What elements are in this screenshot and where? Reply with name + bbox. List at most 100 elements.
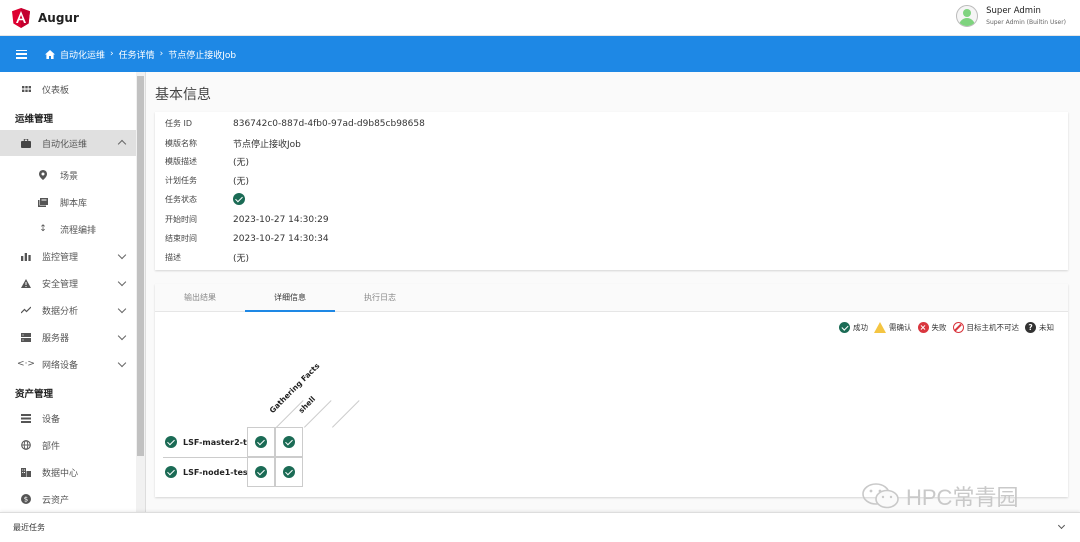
list-icon — [21, 413, 31, 423]
avatar[interactable] — [956, 5, 979, 27]
info-label: 模版描述 — [165, 157, 197, 166]
recent-tasks-bar[interactable]: 最近任务 — [0, 512, 1080, 542]
matrix-cell[interactable] — [275, 457, 303, 487]
sidebar-item-scenes[interactable]: 场景 — [0, 162, 137, 188]
info-row: 描述 (无) — [165, 251, 249, 264]
page-title: 基本信息 — [155, 87, 211, 103]
breadcrumb: 自动化运维 › 任务详情 › 节点停止接收Job — [45, 48, 236, 61]
sidebar-item-dashboard[interactable]: 仪表板 — [0, 76, 137, 102]
sidebar-section-ops: 运维管理 — [15, 114, 54, 125]
breadcrumb-item[interactable]: 任务详情 — [119, 48, 155, 61]
wechat-icon — [862, 483, 900, 509]
sidebar-item-label: 自动化运维 — [42, 139, 88, 150]
host-name: LSF-node1-test — [183, 467, 252, 477]
sidebar-item-label: 安全管理 — [42, 279, 79, 290]
fail-icon: × — [917, 322, 929, 333]
chevron-down-icon — [117, 277, 127, 287]
tab-output[interactable]: 输出结果 — [155, 284, 245, 312]
sidebar-item-label: 数据中心 — [42, 468, 79, 479]
sidebar-item-label: 脚本库 — [60, 198, 88, 209]
grid-icon — [21, 84, 31, 94]
info-label: 任务状态 — [165, 194, 197, 204]
scrollbar-thumb[interactable] — [137, 76, 144, 456]
breadcrumb-item[interactable]: 自动化运维 — [60, 48, 105, 61]
sidebar-item-cloud[interactable]: $ 云资产 — [0, 486, 137, 512]
legend-label: 未知 — [1039, 323, 1054, 332]
legend-item: × 失败 — [917, 322, 947, 333]
success-check-icon — [255, 436, 267, 448]
warning-icon — [874, 322, 886, 333]
library-icon — [38, 197, 48, 207]
bar-chart-icon — [21, 251, 31, 261]
sidebar-item-devices[interactable]: 设备 — [0, 405, 137, 431]
sidebar-item-network[interactable]: <·> 网络设备 — [0, 351, 137, 377]
sidebar-item-label: 设备 — [42, 414, 61, 425]
sidebar-item-scripts[interactable]: 脚本库 — [0, 189, 137, 215]
end-time-value: 2023-10-27 14:30:34 — [233, 233, 329, 244]
home-icon[interactable] — [45, 49, 55, 59]
sidebar-item-parts[interactable]: 部件 — [0, 432, 137, 458]
sidebar-item-analytics[interactable]: 数据分析 — [0, 297, 137, 323]
sidebar-item-label: 监控管理 — [42, 252, 79, 263]
legend-item: 需确认 — [874, 322, 912, 333]
chevron-up-icon — [117, 139, 127, 149]
location-pin-icon — [38, 170, 48, 180]
info-label: 任务 ID — [165, 119, 193, 128]
sidebar-item-label: 仪表板 — [42, 85, 70, 96]
vertical-arrows-icon: ↕ — [39, 224, 47, 234]
sidebar-section-assets: 资产管理 — [15, 389, 54, 400]
sidebar-item-label: 场景 — [60, 171, 79, 182]
sidebar-scrollbar[interactable] — [136, 72, 145, 512]
sidebar-item-datacenter[interactable]: 数据中心 — [0, 459, 137, 485]
matrix-cell[interactable] — [247, 457, 275, 487]
legend-item: 成功 — [839, 322, 868, 333]
template-name-value: 节点停止接收Job — [233, 140, 301, 150]
success-check-icon — [233, 193, 245, 205]
angular-logo-icon — [12, 7, 30, 28]
sidebar-item-servers[interactable]: 服务器 — [0, 324, 137, 350]
success-check-icon — [165, 436, 177, 448]
trending-icon — [21, 305, 31, 315]
sidebar-item-automation[interactable]: 自动化运维 — [0, 130, 137, 156]
sidebar-item-workflow[interactable]: ↕ 流程编排 — [0, 216, 137, 242]
watermark-text: HPC常青园 — [906, 485, 1019, 510]
chevron-down-icon — [117, 358, 127, 368]
info-row: 开始时间 2023-10-27 14:30:29 — [165, 214, 329, 225]
main-content: 基本信息 任务 ID 836742c0-887d-4fb0-97ad-d9b85… — [146, 72, 1080, 512]
legend-label: 目标主机不可达 — [966, 323, 1020, 332]
dollar-circle-icon: $ — [21, 494, 31, 504]
matrix-cell[interactable] — [275, 427, 303, 457]
template-desc-value: (无) — [233, 158, 250, 168]
user-menu[interactable]: Super Admin Super Admin (Builtin User) — [956, 5, 1066, 27]
info-row: 模版描述 (无) — [165, 155, 249, 168]
info-row: 任务 ID 836742c0-887d-4fb0-97ad-d9b85cb986… — [165, 118, 425, 129]
sidebar-item-security[interactable]: 安全管理 — [0, 270, 137, 296]
description-value: (无) — [233, 254, 250, 264]
matrix-cell[interactable] — [247, 427, 275, 457]
legend-label: 失败 — [931, 323, 947, 332]
chevron-down-icon — [117, 331, 127, 341]
breadcrumb-current: 节点停止接收Job — [168, 50, 237, 61]
sidebar-item-label: 云资产 — [42, 495, 70, 506]
info-label: 模版名称 — [165, 139, 197, 148]
sidebar-item-label: 网络设备 — [42, 360, 79, 371]
sidebar-item-label: 服务器 — [42, 333, 70, 344]
legend-item: ? 未知 — [1025, 322, 1054, 333]
tab-execution-log[interactable]: 执行日志 — [335, 284, 425, 312]
matrix-column-header: shell — [296, 394, 318, 415]
success-icon — [839, 322, 850, 333]
start-time-value: 2023-10-27 14:30:29 — [233, 214, 329, 225]
menu-toggle-icon[interactable] — [16, 49, 27, 59]
info-row: 结束时间 2023-10-27 14:30:34 — [165, 233, 329, 244]
chevron-down-icon — [117, 250, 127, 260]
sidebar-item-monitoring[interactable]: 监控管理 — [0, 243, 137, 269]
sidebar: 仪表板 运维管理 自动化运维 场景 脚本库 ↕ 流程编排 监控管理 安全管理 数… — [0, 72, 146, 512]
chevron-down-icon — [117, 304, 127, 314]
chevron-down-icon[interactable] — [1057, 521, 1066, 530]
tab-details[interactable]: 详细信息 — [245, 284, 335, 312]
breadcrumb-bar: 自动化运维 › 任务详情 › 节点停止接收Job — [0, 36, 1080, 72]
tab-bar: 输出结果 详细信息 执行日志 — [155, 284, 1068, 312]
success-check-icon — [283, 466, 295, 478]
recent-tasks-label: 最近任务 — [13, 523, 45, 532]
matrix-header-divider — [332, 400, 360, 428]
